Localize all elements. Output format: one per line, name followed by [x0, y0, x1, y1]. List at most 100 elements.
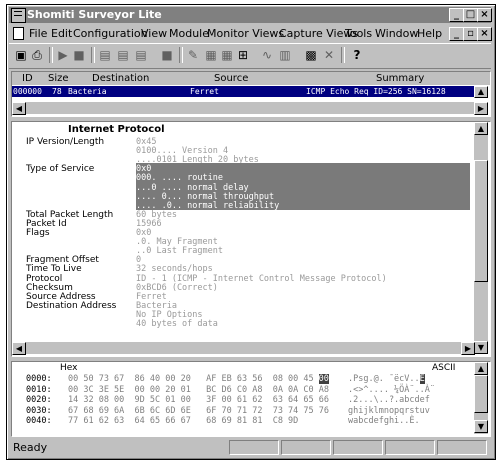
status-text: Ready [13, 441, 48, 454]
hex-byte-selected[interactable]: 00 [318, 374, 329, 384]
close-button[interactable]: × [477, 8, 492, 22]
monitor-view-icon[interactable]: ▤ [115, 47, 131, 63]
edit-icon[interactable]: ✎ [185, 47, 201, 63]
menu-help[interactable]: Help [417, 27, 442, 40]
toolbar-separator [341, 47, 345, 63]
hex-bytes[interactable]: 67 68 69 6A 6B 6C 6D 6E 6F 70 71 72 73 7… [68, 406, 329, 416]
hex-bytes[interactable]: 77 61 62 63 64 65 66 67 68 69 81 81 C8 9… [68, 416, 298, 426]
decode-field-label[interactable]: Type of Service [26, 164, 94, 174]
doc-restore-button[interactable]: ▫ [463, 27, 478, 41]
hex-bytes-text: 00 50 73 67 86 40 00 20 AF EB 63 56 08 0… [68, 374, 314, 384]
hex-offset: 0000: [26, 374, 52, 384]
hex-bytes[interactable]: 00 3C 3E 5E 00 00 20 01 BC D6 C0 A8 0A 0… [68, 385, 329, 395]
col-destination[interactable]: Destination [92, 73, 149, 84]
status-cell [229, 440, 279, 455]
decode-field-label[interactable]: IP Version/Length [26, 137, 104, 147]
hex-ascii-selected[interactable]: E [419, 374, 425, 384]
menu-configuration[interactable]: Configuration [73, 27, 148, 40]
hex-bytes[interactable]: 14 32 08 00 9D 5C 01 00 3F 00 61 62 63 6… [68, 395, 329, 405]
print-icon[interactable]: ⎙ [29, 47, 45, 63]
decode-section-title: Internet Protocol [68, 124, 165, 135]
tools-icon[interactable]: ✕ [321, 47, 337, 63]
filter-view-icon[interactable]: ▤ [133, 47, 149, 63]
menu-file[interactable]: File [29, 27, 47, 40]
scroll-right-icon[interactable]: ▶ [474, 102, 488, 115]
hex-ascii-text: .Psg.@. ¯ëcV.. [348, 374, 420, 384]
save-icon[interactable]: ▣ [13, 47, 29, 63]
col-source[interactable]: Source [214, 73, 248, 84]
decode-field-value[interactable]: ..0 Last Fragment [136, 246, 223, 256]
decode-scroll-thumb[interactable] [474, 160, 488, 282]
document-icon[interactable] [13, 27, 24, 40]
menu-view[interactable]: View [141, 27, 167, 40]
packet-destination: Bacteria [68, 87, 107, 96]
hex-bytes[interactable]: 00 50 73 67 86 40 00 20 AF EB 63 56 08 0… [68, 374, 329, 384]
packet-id: 000000 [13, 87, 42, 96]
col-id[interactable]: ID [22, 73, 33, 84]
stop-icon[interactable]: ■ [71, 47, 87, 63]
wave-icon[interactable]: ∿ [259, 47, 275, 63]
hex-ascii[interactable]: wabcdefghi..È. [348, 416, 420, 426]
toolbar-separator [91, 47, 95, 63]
scroll-up-icon[interactable]: ▲ [474, 362, 488, 375]
status-cell [437, 440, 487, 455]
hex-ascii[interactable]: ghijklmnopqrstuv [348, 406, 430, 416]
scroll-down-icon[interactable]: ▼ [474, 341, 488, 354]
doc-minimize-button[interactable]: _ [449, 27, 464, 41]
packet-row[interactable]: 000000 78 Bacteria Ferret ICMP Echo Req … [12, 86, 474, 97]
scroll-right-icon[interactable]: ▶ [461, 342, 475, 355]
title-bar[interactable]: Shomiti Surveyor Lite _ □ × [9, 7, 492, 23]
hex-ascii-text: .2...\..?.abcdef [348, 395, 430, 405]
packet-list-scrollbar[interactable]: ▲ [474, 86, 488, 98]
scroll-left-icon[interactable]: ◀ [12, 342, 26, 355]
blank-icon[interactable]: ■ [159, 47, 175, 63]
decode-scrollbar[interactable]: ▲ ▼ [474, 122, 488, 354]
decode-hscrollbar[interactable]: ◀ ▶ [12, 342, 475, 355]
hex-ascii[interactable]: .2...\..?.abcdef [348, 395, 430, 405]
hex-offset: 0010: [26, 384, 52, 395]
status-cell [281, 440, 331, 455]
menu-window[interactable]: Window [375, 27, 418, 40]
menu-bar: File Edit Configuration View Module Moni… [9, 25, 492, 41]
play-icon[interactable]: ▶ [55, 47, 71, 63]
menu-monitor-views[interactable]: Monitor Views [207, 27, 284, 40]
col-summary[interactable]: Summary [376, 73, 424, 84]
capture-view-icon[interactable]: ▤ [97, 47, 113, 63]
app-icon[interactable] [11, 8, 26, 23]
hex-header: Hex [60, 363, 78, 373]
hex-ascii-text: ghijklmnopqrstuv [348, 405, 430, 416]
hex-ascii-text: wabcdefghi..È. [348, 416, 420, 426]
status-cell [385, 440, 435, 455]
status-bar: Ready [9, 439, 491, 455]
scroll-up-icon[interactable]: ▲ [474, 122, 488, 135]
hex-ascii[interactable]: .<>^.... ¼ÖÀ¨..À¨ [348, 385, 435, 395]
scroll-up-icon[interactable]: ▲ [474, 86, 488, 98]
protocol-icon[interactable]: ▥ [277, 47, 293, 63]
options-icon[interactable]: ⊞ [235, 47, 251, 63]
toolbar: ▣ ⎙ ▶ ■ ▤ ▤ ▤ ■ ✎ ▦ ▦ ⊞ ∿ ▥ ▩ ✕ ? [9, 43, 491, 69]
packet-summary: ICMP Echo Req ID=256 SN=16128 [306, 87, 446, 96]
hex-bytes-text: 14 32 08 00 9D 5C 01 00 3F 00 61 62 63 6… [68, 395, 329, 405]
menu-edit[interactable]: Edit [51, 27, 72, 40]
help-icon[interactable]: ? [349, 47, 365, 63]
minimize-button[interactable]: _ [449, 8, 464, 22]
app-window: Shomiti Surveyor Lite _ □ × File Edit Co… [6, 4, 496, 460]
list-icon[interactable]: ▦ [203, 47, 219, 63]
network-icon[interactable]: ▩ [303, 47, 319, 63]
hex-offset: 0030: [26, 405, 52, 416]
hex-scrollbar[interactable]: ▲ ▼ [474, 362, 488, 434]
menu-tools[interactable]: Tools [345, 27, 372, 40]
hex-scroll-thumb[interactable] [474, 375, 488, 413]
col-size[interactable]: Size [48, 73, 69, 84]
menu-module[interactable]: Module [169, 27, 209, 40]
scroll-down-icon[interactable]: ▼ [474, 420, 488, 433]
doc-close-button[interactable]: × [477, 27, 492, 41]
decode-field-value[interactable]: 40 bytes of data [136, 319, 218, 329]
hex-ascii[interactable]: .Psg.@. ¯ëcV..E [348, 374, 425, 384]
packet-list-hscrollbar[interactable]: ◀ ▶ [12, 102, 488, 115]
decode-field-label[interactable]: Flags [26, 228, 50, 238]
grid-icon[interactable]: ▦ [219, 47, 235, 63]
maximize-button[interactable]: □ [463, 8, 478, 22]
scroll-left-icon[interactable]: ◀ [12, 102, 26, 115]
decode-field-label[interactable]: Destination Address [26, 301, 116, 311]
